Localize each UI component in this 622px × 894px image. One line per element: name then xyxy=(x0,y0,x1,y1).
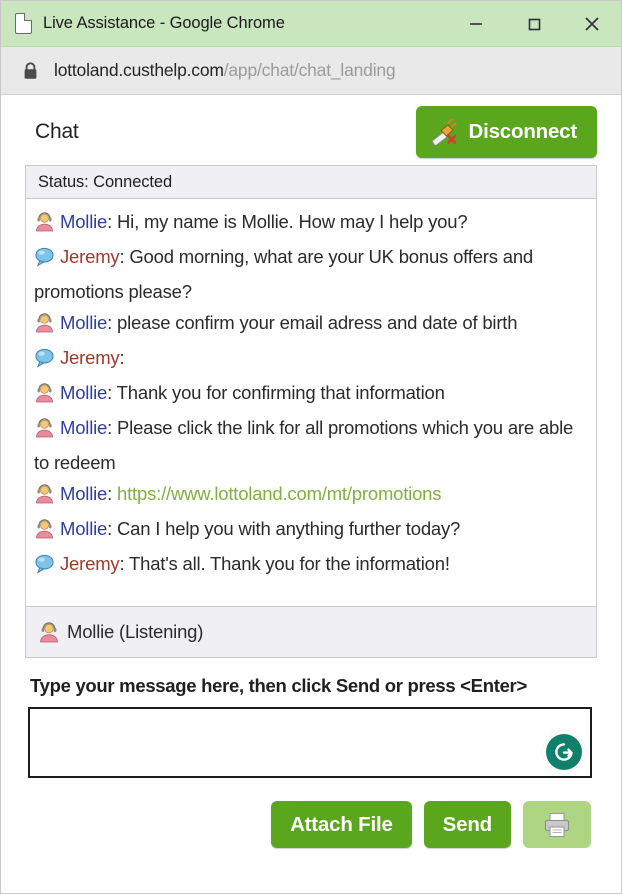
lock-icon xyxy=(22,61,39,81)
document-icon xyxy=(15,12,33,34)
chat-message-sender: Mollie xyxy=(60,518,108,539)
agent-avatar-icon xyxy=(34,517,55,548)
window-controls xyxy=(447,2,621,46)
status-text: Status: Connected xyxy=(38,172,173,191)
address-bar-url: lottoland.custhelp.com/app/chat/chat_lan… xyxy=(54,60,396,81)
visitor-bubble-icon xyxy=(34,552,55,583)
compose-hint: Type your message here, then click Send … xyxy=(30,675,527,696)
chat-message-text: Hi, my name is Mollie. How may I help yo… xyxy=(117,211,468,232)
chat-page: Chat Disconnect Status: Connected Mollie… xyxy=(1,95,621,893)
url-host: lottoland.custhelp.com xyxy=(54,60,224,80)
agent-avatar-icon xyxy=(34,210,55,241)
chat-message: Jeremy: That's all. Thank you for the in… xyxy=(34,548,588,583)
minimize-icon[interactable] xyxy=(447,2,505,46)
page-title: Chat xyxy=(35,120,79,143)
chat-message-sender: Jeremy xyxy=(60,347,120,368)
chat-message-sender: Mollie xyxy=(60,211,108,232)
status-bar: Status: Connected xyxy=(25,165,597,199)
maximize-icon[interactable] xyxy=(505,2,563,46)
chat-message-separator: : xyxy=(119,553,129,574)
chat-message: Mollie: https://www.lottoland.com/mt/pro… xyxy=(34,478,588,513)
listening-text: Mollie (Listening) xyxy=(67,621,204,642)
chat-message: Mollie: Can I help you with anything fur… xyxy=(34,513,588,548)
chat-message-separator: : xyxy=(107,211,118,232)
printer-icon xyxy=(544,812,570,837)
chat-message: Mollie: Thank you for confirming that in… xyxy=(34,377,588,412)
chat-transcript[interactable]: Mollie: Hi, my name is Mollie. How may I… xyxy=(25,199,597,607)
agent-avatar-icon xyxy=(34,416,55,447)
chat-message-separator: : xyxy=(119,246,130,267)
chat-message-sender: Jeremy xyxy=(60,246,120,267)
print-button[interactable] xyxy=(523,801,591,848)
chat-message: Mollie: Please click the link for all pr… xyxy=(34,412,588,478)
chat-actions: Attach File Send xyxy=(25,778,597,848)
message-input-wrapper[interactable] xyxy=(28,707,592,778)
chat-message-separator: : xyxy=(107,518,118,539)
chat-message-text: That's all. Thank you for the informatio… xyxy=(129,553,450,574)
chat-message-sender: Jeremy xyxy=(60,553,120,574)
message-input[interactable] xyxy=(30,709,590,776)
chat-message-separator: : xyxy=(107,417,118,438)
chat-message: Mollie: please confirm your email adress… xyxy=(34,307,588,342)
visitor-bubble-icon xyxy=(34,346,55,377)
chat-message-text: Thank you for confirming that informatio… xyxy=(116,382,445,403)
chat-message-separator: : xyxy=(107,382,117,403)
chat-message: Jeremy: Good morning, what are your UK b… xyxy=(34,241,588,307)
agent-avatar-icon xyxy=(40,622,58,643)
chat-message-separator: : xyxy=(107,483,118,504)
address-bar[interactable]: lottoland.custhelp.com/app/chat/chat_lan… xyxy=(1,47,621,95)
visitor-bubble-icon xyxy=(34,245,55,276)
agent-avatar-icon xyxy=(34,381,55,412)
agent-avatar-icon xyxy=(34,311,55,342)
chat-message-separator: : xyxy=(119,347,125,368)
chat-message: Mollie: Hi, my name is Mollie. How may I… xyxy=(34,206,588,241)
plug-disconnect-icon xyxy=(431,118,457,146)
chat-message-sender: Mollie xyxy=(60,417,108,438)
chat-message-sender: Mollie xyxy=(60,312,108,333)
chat-message-separator: : xyxy=(107,312,118,333)
close-icon[interactable] xyxy=(563,2,621,46)
grammarly-refresh-icon[interactable] xyxy=(546,734,582,770)
window-titlebar: Live Assistance - Google Chrome xyxy=(1,1,621,47)
chat-message-sender: Mollie xyxy=(60,382,108,403)
window-title: Live Assistance - Google Chrome xyxy=(43,14,285,32)
agent-avatar-icon xyxy=(34,482,55,513)
chat-header: Chat Disconnect xyxy=(25,95,597,165)
send-button[interactable]: Send xyxy=(423,801,511,848)
listening-bar: Mollie (Listening) xyxy=(25,607,597,658)
chat-message-text: Can I help you with anything further tod… xyxy=(117,518,461,539)
chat-message-link[interactable]: https://www.lottoland.com/mt/promotions xyxy=(117,483,442,504)
url-path: /app/chat/chat_landing xyxy=(223,60,396,80)
attach-file-button[interactable]: Attach File xyxy=(271,801,412,848)
browser-window: Live Assistance - Google Chrome lottolan… xyxy=(0,0,622,894)
chat-message: Jeremy: xyxy=(34,342,588,377)
chat-message-text: please confirm your email adress and dat… xyxy=(117,312,518,333)
chat-message-sender: Mollie xyxy=(60,483,108,504)
disconnect-button-label: Disconnect xyxy=(468,120,578,143)
disconnect-button[interactable]: Disconnect xyxy=(415,106,597,158)
